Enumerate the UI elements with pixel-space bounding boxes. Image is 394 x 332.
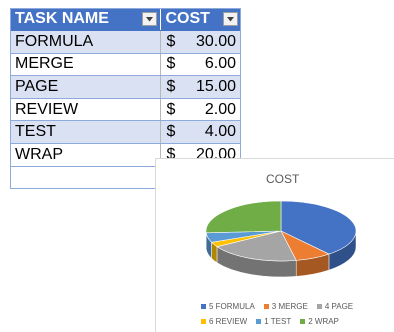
cost-amount: 4.00 bbox=[204, 123, 236, 141]
cell-cost[interactable]: $4.00 bbox=[159, 120, 241, 145]
chart-legend: 5 FORMULA 3 MERGE 4 PAGE 6 REVIEW 1 TEST 2 WR… bbox=[201, 299, 391, 329]
legend-entry[interactable]: 2 WRAP bbox=[300, 314, 339, 329]
cell-task[interactable]: TEST bbox=[10, 120, 160, 145]
table-header-row: TASK NAME COST bbox=[10, 8, 241, 32]
cost-currency: $ bbox=[166, 55, 176, 73]
filter-dropdown-button[interactable] bbox=[223, 12, 238, 26]
chevron-down-icon bbox=[145, 16, 153, 21]
cell-task[interactable]: WRAP bbox=[10, 143, 160, 167]
legend-label: 6 REVIEW bbox=[209, 317, 248, 326]
cost-amount: 30.00 bbox=[195, 32, 236, 50]
pie-slice-wrap[interactable] bbox=[205, 200, 282, 234]
legend-entry[interactable]: 1 TEST bbox=[256, 314, 291, 329]
legend-label: 2 WRAP bbox=[308, 317, 339, 326]
header-cost-label: COST bbox=[165, 10, 210, 28]
legend-swatch bbox=[256, 319, 262, 324]
header-task-name[interactable]: TASK NAME bbox=[10, 8, 161, 32]
cell-task[interactable]: PAGE bbox=[10, 75, 160, 99]
filter-dropdown-button[interactable] bbox=[141, 12, 157, 26]
header-task-name-label: TASK NAME bbox=[15, 10, 109, 28]
legend-row: 5 FORMULA 3 MERGE 4 PAGE bbox=[201, 299, 391, 314]
legend-label: 5 FORMULA bbox=[209, 302, 255, 311]
legend-entry[interactable]: 3 MERGE bbox=[263, 299, 308, 314]
cell-cost[interactable]: $15.00 bbox=[159, 75, 241, 99]
cost-currency: $ bbox=[166, 123, 176, 141]
legend-swatch bbox=[316, 304, 322, 309]
cell-cost[interactable]: $2.00 bbox=[159, 98, 241, 122]
legend-swatch bbox=[201, 319, 206, 324]
legend-entry[interactable]: 6 REVIEW bbox=[201, 314, 247, 329]
legend-row: 6 REVIEW 1 TEST 2 WRAP bbox=[201, 314, 391, 329]
cost-amount: 6.00 bbox=[204, 55, 236, 73]
cell-cost[interactable]: $6.00 bbox=[159, 53, 241, 77]
legend-entry[interactable]: 4 PAGE bbox=[316, 299, 354, 314]
pie-chart[interactable]: COST 5 FORMULA 3 MERGE 4 PAGE 6 REVIEW 1 TES… bbox=[155, 158, 394, 332]
table-row: FORMULA $30.00 bbox=[10, 30, 241, 54]
cell-cost[interactable]: $30.00 bbox=[159, 30, 241, 54]
legend-label: 1 TEST bbox=[264, 317, 292, 326]
legend-swatch bbox=[201, 304, 206, 309]
legend-swatch bbox=[300, 319, 306, 324]
cost-amount: 2.00 bbox=[204, 100, 236, 118]
legend-swatch bbox=[263, 304, 269, 309]
cost-currency: $ bbox=[166, 100, 176, 118]
chevron-down-icon bbox=[227, 16, 234, 21]
cell-task[interactable]: REVIEW bbox=[10, 98, 160, 122]
legend-entry[interactable]: 5 FORMULA bbox=[201, 299, 255, 314]
header-cost[interactable]: COST bbox=[160, 8, 241, 32]
legend-label: 4 PAGE bbox=[324, 302, 354, 311]
cost-currency: $ bbox=[166, 32, 176, 50]
cell-task[interactable]: MERGE bbox=[10, 53, 160, 77]
cost-table: TASK NAME COST FORMULA $30.00 MERGE $6.0… bbox=[10, 8, 241, 167]
cost-currency: $ bbox=[166, 78, 176, 96]
table-row: REVIEW $2.00 bbox=[10, 98, 241, 122]
legend-label: 3 MERGE bbox=[271, 302, 308, 311]
cell-task[interactable]: FORMULA bbox=[10, 30, 160, 54]
pie-chart-plot bbox=[205, 200, 357, 278]
cost-amount: 15.00 bbox=[195, 78, 236, 96]
table-row: TEST $4.00 bbox=[10, 120, 241, 145]
table-row: PAGE $15.00 bbox=[10, 75, 241, 99]
table-row: MERGE $6.00 bbox=[10, 53, 241, 77]
